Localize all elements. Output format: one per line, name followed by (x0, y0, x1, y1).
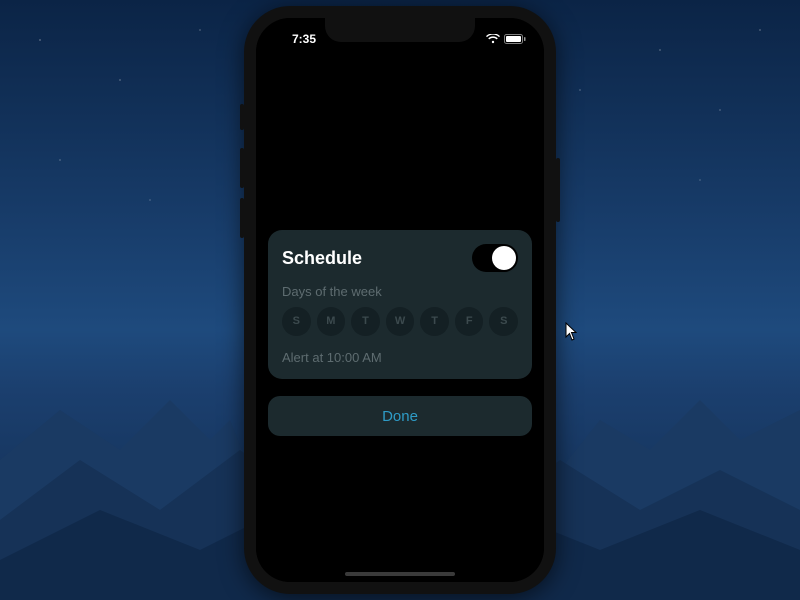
day-selector: S M T W T F S (282, 307, 518, 336)
toggle-knob (492, 246, 516, 270)
notch (325, 18, 475, 42)
day-thu[interactable]: T (420, 307, 449, 336)
battery-icon (504, 34, 526, 44)
done-button[interactable]: Done (268, 396, 532, 436)
schedule-toggle[interactable] (472, 244, 518, 272)
day-mon[interactable]: M (317, 307, 346, 336)
day-fri[interactable]: F (455, 307, 484, 336)
volume-down-button (240, 198, 244, 238)
day-sat[interactable]: S (489, 307, 518, 336)
alert-time-row[interactable]: Alert at 10:00 AM (282, 350, 518, 365)
home-indicator[interactable] (345, 572, 455, 576)
phone-frame: 7:35 Schedule (244, 6, 556, 594)
schedule-card: Schedule Days of the week S M T W T F S … (268, 230, 532, 379)
phone-screen: 7:35 Schedule (256, 18, 544, 582)
days-label: Days of the week (282, 284, 518, 299)
wifi-icon (486, 34, 500, 44)
status-time: 7:35 (274, 32, 334, 46)
day-sun[interactable]: S (282, 307, 311, 336)
day-wed[interactable]: W (386, 307, 415, 336)
power-button (556, 158, 560, 222)
mute-switch (240, 104, 244, 130)
volume-up-button (240, 148, 244, 188)
day-tue[interactable]: T (351, 307, 380, 336)
done-button-label: Done (382, 408, 418, 425)
card-title: Schedule (282, 248, 362, 269)
